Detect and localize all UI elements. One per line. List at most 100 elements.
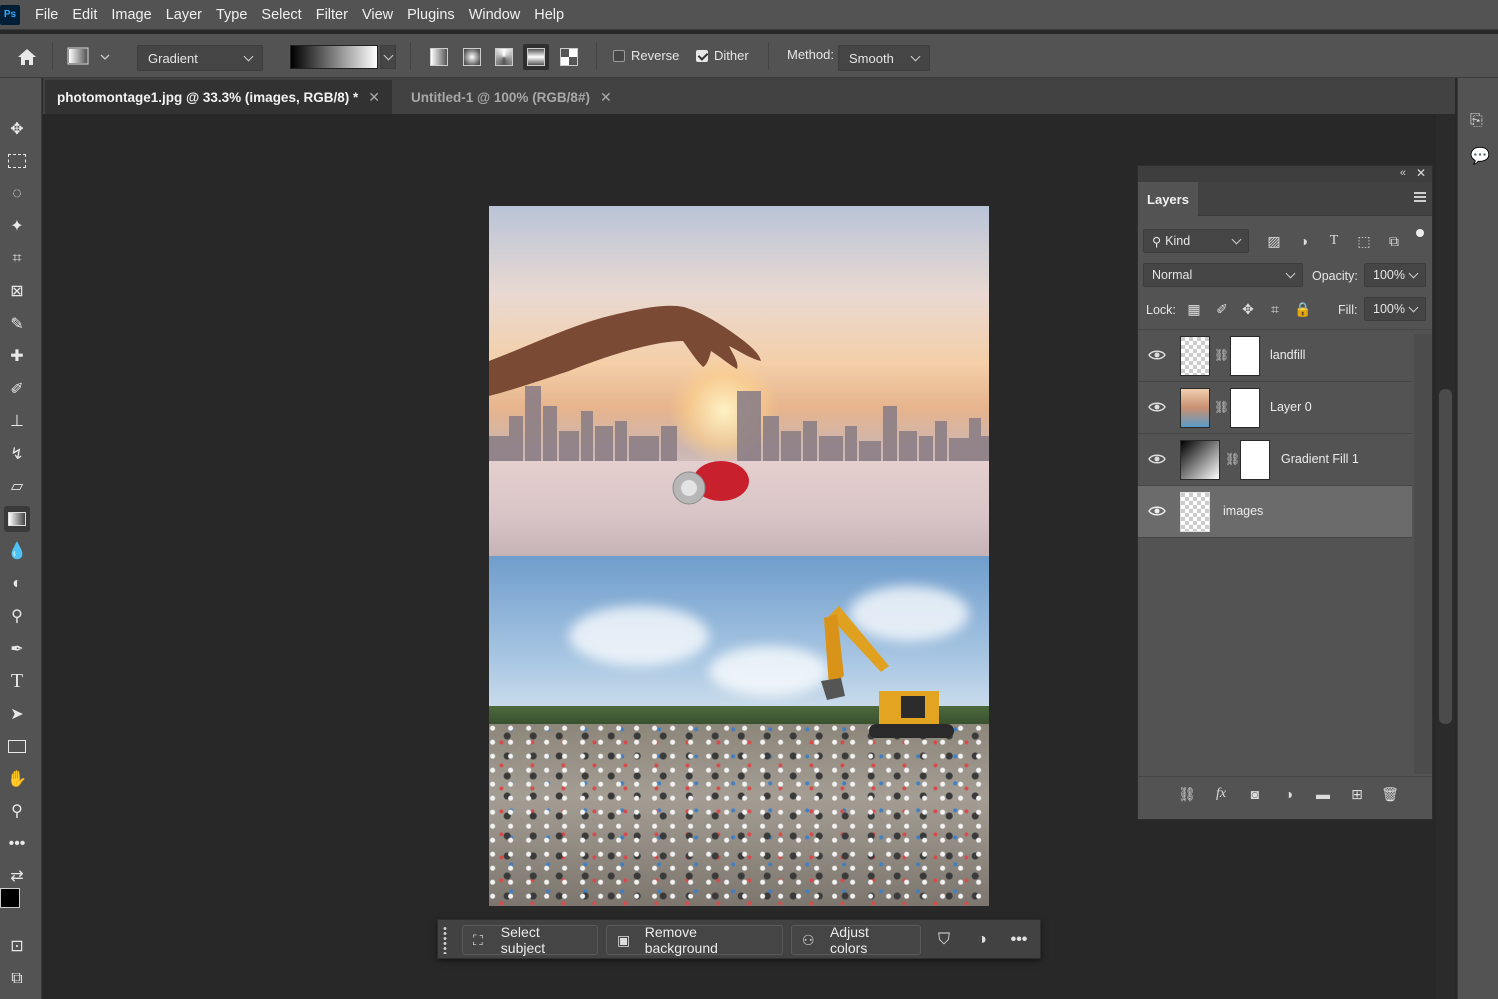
add-mask-icon[interactable]: ◙ xyxy=(1246,785,1264,803)
menu-select[interactable]: Select xyxy=(254,0,308,30)
comments-panel-icon[interactable]: 💬 xyxy=(1470,146,1490,166)
reverse-checkbox[interactable] xyxy=(613,50,625,62)
link-layers-icon[interactable]: ⛓ xyxy=(1178,785,1196,803)
drag-handle[interactable] xyxy=(443,926,447,954)
canvas-vertical-scrollbar[interactable] xyxy=(1436,114,1455,999)
transform-icon[interactable]: ⛉ xyxy=(932,928,956,952)
gradient-picker-toggle[interactable] xyxy=(380,45,396,69)
quick-mask-icon[interactable]: ⊡ xyxy=(4,933,30,959)
method-dropdown[interactable]: Smooth xyxy=(838,45,930,71)
menu-plugins[interactable]: Plugins xyxy=(400,0,462,30)
menu-view[interactable]: View xyxy=(355,0,400,30)
blur-tool-icon[interactable]: 💧 xyxy=(4,538,30,564)
opacity-input[interactable]: 100% xyxy=(1364,263,1426,287)
layer-mask-thumbnail[interactable] xyxy=(1230,336,1260,376)
document-canvas[interactable] xyxy=(489,206,989,906)
tool-preset-picker[interactable] xyxy=(66,46,114,68)
zoom-tool-icon[interactable]: ⚲ xyxy=(4,798,30,824)
gradient-preset-dropdown[interactable]: Gradient xyxy=(137,45,263,71)
pen-tool-icon[interactable]: ✒ xyxy=(4,636,30,662)
trash-icon[interactable]: 🗑 xyxy=(1381,785,1399,803)
eye-icon[interactable] xyxy=(1148,348,1166,362)
menu-help[interactable]: Help xyxy=(527,0,571,30)
marquee-tool-icon[interactable] xyxy=(4,148,30,174)
layer-row-selected[interactable]: images xyxy=(1138,486,1412,538)
scrollbar-thumb[interactable] xyxy=(1439,389,1452,724)
adjust-colors-button[interactable]: ⚇ Adjust colors xyxy=(791,924,921,956)
type-tool-icon[interactable]: T xyxy=(4,668,30,694)
collapse-icon[interactable]: « xyxy=(1400,167,1406,179)
menu-type[interactable]: Type xyxy=(209,0,254,30)
new-adjustment-layer-icon[interactable]: ◑ xyxy=(1280,785,1298,803)
screen-mode-icon[interactable]: ⧉ xyxy=(4,966,30,992)
layer-mask-thumbnail[interactable] xyxy=(1230,388,1260,428)
link-icon[interactable]: ⛓ xyxy=(1225,452,1240,466)
fill-input[interactable]: 100% xyxy=(1364,297,1426,321)
link-icon[interactable]: ⛓ xyxy=(1214,348,1229,362)
pixel-layer-filter-icon[interactable]: ▨ xyxy=(1265,232,1283,250)
menu-image[interactable]: Image xyxy=(104,0,158,30)
menu-edit[interactable]: Edit xyxy=(65,0,104,30)
layer-row[interactable]: ⛓ Gradient Fill 1 xyxy=(1138,434,1412,486)
hand-tool-icon[interactable]: ✋ xyxy=(4,766,30,792)
type-layer-filter-icon[interactable]: T xyxy=(1325,232,1343,250)
eyedropper-tool-icon[interactable]: ✎ xyxy=(4,311,30,337)
lock-transparency-icon[interactable]: ▦ xyxy=(1185,300,1203,318)
panel-titlebar[interactable]: « ✕ xyxy=(1138,166,1432,182)
tab-photomontage[interactable]: photomontage1.jpg @ 33.3% (images, RGB/8… xyxy=(45,80,392,114)
panel-menu-icon[interactable] xyxy=(1414,192,1426,204)
eye-icon[interactable] xyxy=(1148,400,1166,414)
diamond-gradient-button[interactable] xyxy=(556,44,582,70)
filter-kind-dropdown[interactable]: ⚲ Kind xyxy=(1143,229,1249,253)
layer-row[interactable]: ⛓ landfill xyxy=(1138,330,1412,382)
lock-artboard-icon[interactable]: ⌗ xyxy=(1266,300,1284,318)
frame-tool-icon[interactable]: ⊠ xyxy=(4,278,30,304)
remove-background-button[interactable]: ▣ Remove background xyxy=(606,924,783,956)
tab-untitled[interactable]: Untitled-1 @ 100% (RGB/8#) ✕ xyxy=(399,80,624,114)
lock-position-icon[interactable]: ✥ xyxy=(1239,300,1257,318)
quick-selection-tool-icon[interactable]: ◌ xyxy=(4,181,30,207)
tab-layers[interactable]: Layers xyxy=(1138,182,1198,216)
layers-scrollbar[interactable] xyxy=(1414,334,1432,774)
swap-colors-icon[interactable]: ⇄ xyxy=(4,863,30,889)
close-icon[interactable]: ✕ xyxy=(1416,166,1426,180)
filter-toggle-icon[interactable] xyxy=(1416,229,1424,237)
angle-gradient-button[interactable] xyxy=(491,44,517,70)
more-tools-icon[interactable]: ••• xyxy=(4,831,30,857)
gradient-tool-icon[interactable] xyxy=(4,506,30,532)
link-icon[interactable]: ⛓ xyxy=(1214,400,1229,414)
dodge-tool-icon[interactable]: ◐ xyxy=(4,571,30,597)
smart-object-filter-icon[interactable]: ⧉ xyxy=(1385,232,1403,250)
adjustment-layer-icon[interactable]: ◑ xyxy=(970,928,994,952)
more-options-icon[interactable]: ••• xyxy=(1007,928,1031,952)
close-icon[interactable]: ✕ xyxy=(600,89,612,106)
clone-stamp-tool-icon[interactable]: ⊥ xyxy=(4,408,30,434)
gradient-preview[interactable] xyxy=(290,45,378,69)
adjustment-layer-filter-icon[interactable]: ◑ xyxy=(1295,232,1313,250)
lock-all-icon[interactable]: 🔒 xyxy=(1294,300,1312,318)
close-icon[interactable]: ✕ xyxy=(368,89,380,106)
menu-layer[interactable]: Layer xyxy=(159,0,209,30)
layer-mask-thumbnail[interactable] xyxy=(1240,440,1270,480)
rectangle-tool-icon[interactable] xyxy=(4,733,30,759)
healing-brush-tool-icon[interactable]: ✚ xyxy=(4,343,30,369)
crop-tool-icon[interactable]: ⌗ xyxy=(4,246,30,272)
path-selection-tool-icon[interactable]: ➤ xyxy=(4,701,30,727)
menu-filter[interactable]: Filter xyxy=(309,0,355,30)
move-tool-icon[interactable]: ✥ xyxy=(4,116,30,142)
smudge-tool-icon[interactable]: ⚲ xyxy=(4,603,30,629)
foreground-color-swatch[interactable] xyxy=(0,888,20,908)
home-icon[interactable] xyxy=(14,44,40,70)
menu-window[interactable]: Window xyxy=(462,0,528,30)
history-panel-icon[interactable]: ⎘ xyxy=(1470,112,1490,132)
fx-icon[interactable]: fx xyxy=(1212,785,1230,803)
linear-gradient-button[interactable] xyxy=(426,44,452,70)
lock-pixels-icon[interactable]: ✐ xyxy=(1213,300,1231,318)
blend-mode-dropdown[interactable]: Normal xyxy=(1143,263,1303,287)
eye-icon[interactable] xyxy=(1148,504,1166,518)
shape-layer-filter-icon[interactable]: ⬚ xyxy=(1355,232,1373,250)
new-layer-icon[interactable]: ⊞ xyxy=(1348,785,1366,803)
history-brush-tool-icon[interactable]: ↯ xyxy=(4,441,30,467)
new-group-folder-icon[interactable]: ▬ xyxy=(1314,785,1332,803)
eraser-tool-icon[interactable]: ▱ xyxy=(4,473,30,499)
